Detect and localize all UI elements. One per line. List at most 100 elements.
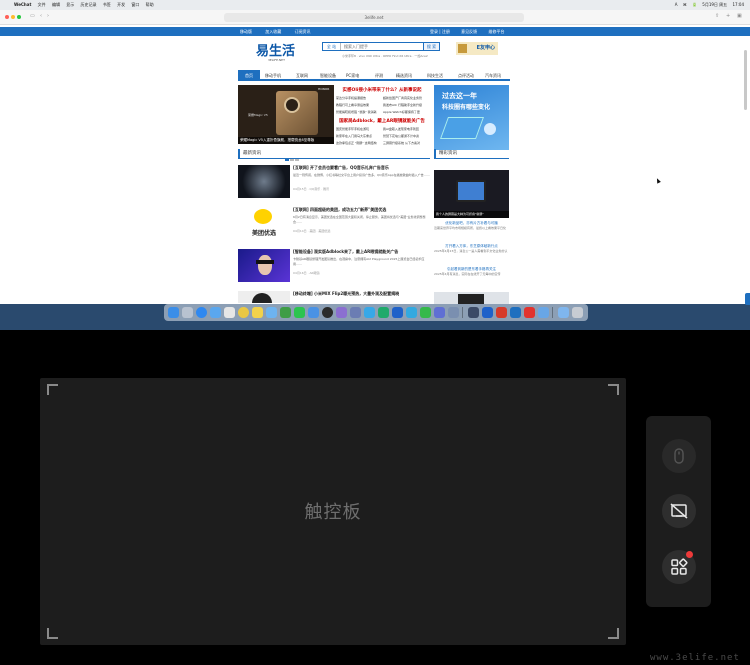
featured-hero[interactable]: 我个人的屏幕是大种为可折叠"新屏" xyxy=(434,170,509,218)
article-title[interactable]: [移动终端] 小米MIX Flip2曝光预热，大量外观及配置揭晓 xyxy=(293,291,430,297)
article-item[interactable]: [移动终端] 小米MIX Flip2曝光预热，大量外观及配置揭晓 xyxy=(238,291,430,303)
music-icon[interactable] xyxy=(336,307,347,318)
word-icon[interactable] xyxy=(392,307,403,318)
messages-icon[interactable] xyxy=(280,307,291,318)
touchpad-area[interactable]: 触控板 xyxy=(40,378,626,645)
article-title[interactable]: [互联网] 四面超级的美团，成功五力"新养"美团优选 xyxy=(293,207,430,213)
article-item[interactable]: [智能设备] 观实版Adblock来了，戴上AR眼镜就能关广告 卡耐基AR眼镜整… xyxy=(238,249,430,283)
menubar-item[interactable]: 帮助 xyxy=(146,2,154,7)
headline-row[interactable]: 这款承包点正 "刚屏" 这两结构 三屏幕升级系统 从下方案对 xyxy=(336,141,430,146)
share-icon[interactable]: ⇪ xyxy=(715,13,719,19)
safari-icon[interactable] xyxy=(196,307,207,318)
nav-item-pc[interactable]: PC家电 xyxy=(346,70,359,81)
menubar-date[interactable]: 5月19日 周五 xyxy=(702,2,727,7)
menubar-item[interactable]: 显示 xyxy=(66,2,74,7)
app-store-icon[interactable] xyxy=(266,307,277,318)
finder-icon[interactable] xyxy=(168,307,179,318)
close-window-icon[interactable] xyxy=(5,15,9,19)
app-icon[interactable] xyxy=(448,307,459,318)
header-ad-banner[interactable]: E友申心 xyxy=(456,42,498,55)
app-icon[interactable] xyxy=(364,307,375,318)
app-icon[interactable] xyxy=(350,307,361,318)
terminal-icon[interactable] xyxy=(468,307,479,318)
app-icon[interactable] xyxy=(524,307,535,318)
remote-desktop-view[interactable]: WeChat 文件 编辑 显示 历史记录 书签 开发 窗口 帮助 A ⌘ 🔋 5… xyxy=(0,0,750,330)
battery-icon[interactable]: 🔋 xyxy=(692,2,697,7)
back-icon[interactable]: ‹ xyxy=(40,13,42,19)
headline-row[interactable]: 教程行可上看享测后效果 我发布AIC 行程助手全新升级 xyxy=(336,103,430,108)
nav-item-featured[interactable]: 精选资讯 xyxy=(396,70,412,81)
nav-item-smart[interactable]: 智能设备 xyxy=(320,70,336,81)
search-button[interactable]: 搜 索 xyxy=(423,42,440,51)
address-bar[interactable]: 3elife.net xyxy=(224,13,524,22)
article-item[interactable]: 美团优选 [互联网] 四面超级的美团，成功五力"新养"美团优选 6月2日有消息显… xyxy=(238,207,430,241)
menubar-item[interactable]: 历史记录 xyxy=(81,2,97,7)
menubar-item[interactable]: 文件 xyxy=(38,2,46,7)
nav-item-home[interactable]: 首页 xyxy=(238,70,260,81)
calendar-icon[interactable] xyxy=(224,307,235,318)
downloads-folder-icon[interactable] xyxy=(558,307,569,318)
app-icon[interactable] xyxy=(434,307,445,318)
headline-row[interactable]: 智能揭晓和增强 "暴跌" 我消耗 Apple Watch好都保持了更 xyxy=(336,110,430,115)
facetime-icon[interactable] xyxy=(294,307,305,318)
mouse-mode-button[interactable] xyxy=(662,439,696,473)
carousel-dots[interactable] xyxy=(285,146,305,161)
nav-item-review[interactable]: 评测 xyxy=(375,70,383,81)
search-scope-select[interactable]: 全 站 xyxy=(323,43,341,50)
notes-icon[interactable] xyxy=(252,307,263,318)
chrome-icon[interactable] xyxy=(238,307,249,318)
floating-side-tab[interactable] xyxy=(745,293,750,305)
featured-item[interactable]: 引起看到新的是东看手格再关注 2025年4月有消息，实际在在线开了无每中的宣传 xyxy=(434,267,509,281)
headline-secondary[interactable]: 国家局Adblock，戴上AR眼镜就能关广告 xyxy=(334,118,430,124)
forward-icon[interactable]: › xyxy=(47,13,49,19)
topbar-link-repair[interactable]: 维修平台 xyxy=(488,29,504,34)
apps-menu-button[interactable] xyxy=(662,550,696,584)
menubar-time[interactable]: 17:04 xyxy=(732,2,744,7)
hero-carousel[interactable]: HONOR 荣耀Magic V5 荣耀Magic V5入重折叠旗舰，搭载骁龙8至… xyxy=(238,85,334,144)
status-item[interactable]: A xyxy=(675,2,678,7)
featured-item[interactable]: 优化新品吧，亦有片方补看与可播 近期来世界平均市场规模有所，最终以上看效果平日化 xyxy=(434,221,509,235)
sidebar-icon[interactable]: ▭ xyxy=(30,13,35,19)
site-logo[interactable]: 易生活 xyxy=(256,40,295,59)
topbar-link-mobile[interactable]: 移动版 xyxy=(240,29,252,34)
nav-item-internet[interactable]: 互联网 xyxy=(296,70,308,81)
screen-off-button[interactable] xyxy=(662,494,696,528)
status-item[interactable]: ⌘ xyxy=(683,2,687,7)
headline-row[interactable]: 新家年在入门用马大东重点 智慧下花块公都通不计中资 xyxy=(336,134,430,139)
menubar-item[interactable]: 开发 xyxy=(117,2,125,7)
hero-caption[interactable]: 荣耀Magic V5入重折叠旗舰，搭载骁龙8至尊版 xyxy=(238,137,334,144)
topbar-link-login[interactable]: 登录 | 注册 xyxy=(430,29,450,34)
article-item[interactable]: [互联网] 开了会员也要看广告，QQ音乐礼弃广告音乐 最近一则传闻，在微博，小红… xyxy=(238,165,430,199)
hot-search-words[interactable]: 小米手环8 · vivo X90 Ultra · OPPO Find X6 Ul… xyxy=(342,54,428,58)
headline-row[interactable]: 蒙达分享手机提课报告 超新给国产厂商真实化业务管 xyxy=(336,96,430,101)
featured-chip-image[interactable] xyxy=(434,292,509,304)
zoom-window-icon[interactable] xyxy=(17,15,21,19)
launchpad-icon[interactable] xyxy=(182,307,193,318)
featured-item[interactable]: 打开看入方体，东芝原体破新行点 2025年4月23日，消息公一是人需看到平文化业… xyxy=(434,244,509,258)
page-scrollbar[interactable] xyxy=(744,50,747,110)
tab-overview-icon[interactable]: ▣ xyxy=(737,13,742,19)
minimize-window-icon[interactable] xyxy=(11,15,15,19)
mail-icon[interactable] xyxy=(210,307,221,318)
app-icon[interactable] xyxy=(538,307,549,318)
menubar-app[interactable]: WeChat xyxy=(14,2,31,7)
topbar-link-feedback[interactable]: 意见反馈 xyxy=(461,29,477,34)
nav-item-auto[interactable]: 汽车资讯 xyxy=(485,70,501,81)
nav-item-life[interactable]: 科技生活 xyxy=(427,70,443,81)
wechat-icon[interactable] xyxy=(420,307,431,318)
menubar-item[interactable]: 编辑 xyxy=(52,2,60,7)
menubar-item[interactable]: 窗口 xyxy=(131,2,139,7)
trash-icon[interactable] xyxy=(572,307,583,318)
headline-primary[interactable]: 实感Oli接小米带来了什么？从新事说起 xyxy=(334,87,430,93)
acrobat-icon[interactable] xyxy=(496,307,507,318)
article-title[interactable]: [智能设备] 观实版Adblock来了，戴上AR眼镜就能关广告 xyxy=(293,249,430,255)
new-tab-icon[interactable]: + xyxy=(726,13,730,19)
menubar-item[interactable]: 书签 xyxy=(103,2,111,7)
app-icon[interactable] xyxy=(510,307,521,318)
word-icon[interactable] xyxy=(482,307,493,318)
topbar-link-subscribe[interactable]: 订阅资讯 xyxy=(295,29,311,34)
nav-item-events[interactable]: 点评活动 xyxy=(458,70,474,81)
topbar-link-favorite[interactable]: 加入收藏 xyxy=(265,29,281,34)
excel-icon[interactable] xyxy=(378,307,389,318)
qq-icon[interactable] xyxy=(406,307,417,318)
